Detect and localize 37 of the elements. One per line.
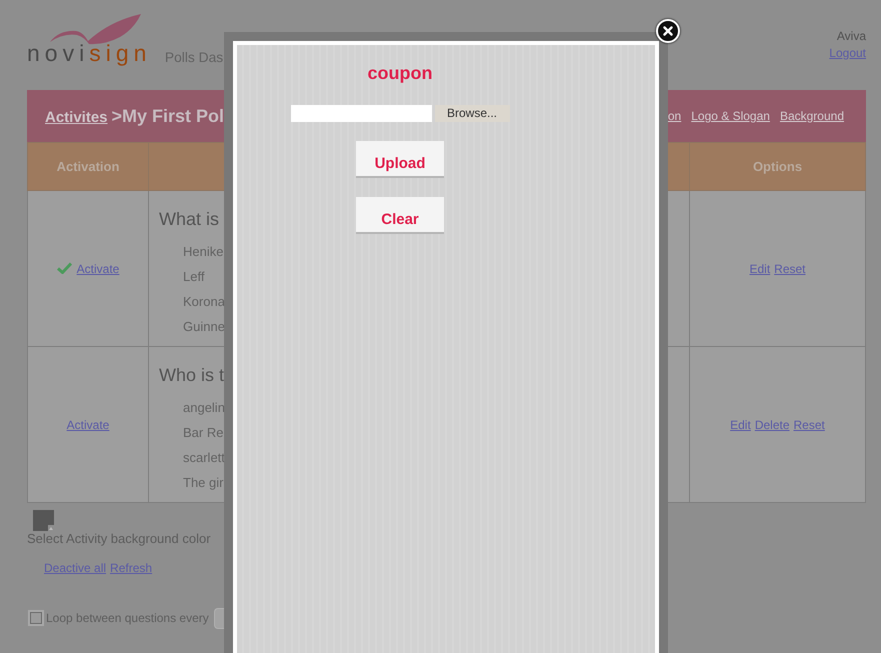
page-title: >My First Pol	[112, 104, 224, 128]
nav-link[interactable]: Background	[780, 107, 844, 125]
answer-text: The gir	[183, 474, 224, 492]
answer-text: Henike	[183, 243, 224, 261]
close-icon	[663, 26, 673, 36]
question-text: Who is t	[159, 364, 224, 386]
option-link[interactable]: Edit	[749, 262, 770, 276]
browse-button[interactable]: Browse...	[434, 105, 510, 122]
question-text: What is	[159, 208, 220, 230]
option-link[interactable]: Edit	[730, 418, 751, 432]
answer-text: Leff	[183, 268, 204, 286]
interval-field[interactable]	[214, 608, 225, 628]
nav-link[interactable]: Logo & Slogan	[691, 107, 770, 125]
nav-link[interactable]: on	[668, 107, 682, 125]
option-link[interactable]: Delete	[754, 418, 790, 432]
color-swatch-icon[interactable]	[33, 510, 54, 531]
answer-text: angelin	[183, 399, 225, 417]
answer-text: scarlett	[183, 449, 225, 467]
answer-text: Bar Re	[183, 424, 224, 442]
answer-text: Guinne	[183, 318, 225, 336]
upload-button[interactable]: Upload	[356, 141, 444, 178]
column-header: Options	[690, 142, 866, 190]
user-name: Aviva	[836, 29, 866, 43]
swoosh-icon	[50, 14, 142, 45]
loop-checkbox[interactable]	[28, 610, 44, 626]
option-link[interactable]: Reset	[794, 418, 825, 432]
logo-text: novi sign	[27, 42, 152, 64]
breadcrumb-link[interactable]: Activites	[45, 106, 108, 129]
modal-title: coupon	[368, 63, 432, 83]
activate-link[interactable]: Activate	[66, 418, 110, 432]
clear-button[interactable]: Clear	[356, 197, 444, 234]
file-path-field[interactable]	[290, 105, 432, 122]
activate-link[interactable]: Activate	[76, 262, 120, 276]
option-link[interactable]: Reset	[774, 262, 806, 276]
close-button[interactable]	[656, 19, 680, 43]
column-header: Activation	[28, 142, 148, 190]
answer-text: Korona	[183, 293, 225, 311]
